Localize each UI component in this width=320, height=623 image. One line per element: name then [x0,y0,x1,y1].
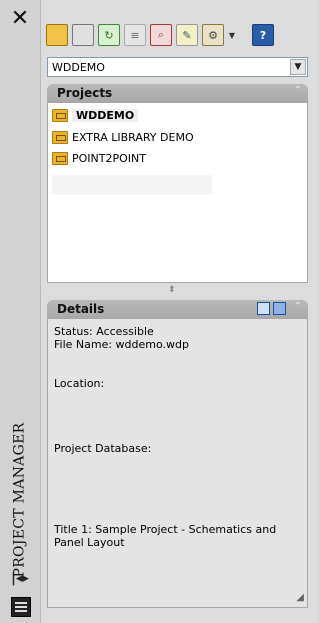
collapse-icon[interactable]: ⌃ [294,85,302,96]
thumbnail-view-icon[interactable] [273,302,286,315]
palette-title: PROJECT MANAGER [12,422,28,578]
markup-manager-icon[interactable]: ✎ [176,24,198,46]
projects-panel-header[interactable]: Projects ⌃ [47,84,308,102]
settings-dropdown-icon[interactable]: ▼ [228,31,236,40]
project-folder-icon [52,151,68,165]
details-content: Status: Accessible File Name: wddemo.wdp… [47,318,308,608]
panel-splitter[interactable]: ⬍ [168,285,176,295]
project-item-point2point[interactable]: POINT2POINT [52,150,146,166]
new-project-icon[interactable] [72,24,94,46]
detail-status: Status: Accessible [54,325,154,338]
project-item-extra-library-demo[interactable]: EXTRA LIBRARY DEMO [52,129,194,145]
task-list-icon[interactable]: ≡ [124,24,146,46]
auto-hide-icon[interactable]: |◂▸ [10,571,30,587]
project-item-wddemo[interactable]: WDDEMO [52,107,139,123]
collapse-icon[interactable]: ⌃ [294,301,302,312]
project-manager-palette: ✕ PROJECT MANAGER |◂▸ ↻ ≡ ⌕ ✎ ⚙ ▼ ? WDDE… [0,0,317,623]
detail-title-1: Title 1: Sample Project - Schematics and… [54,523,277,549]
refresh-icon[interactable]: ↻ [98,24,120,46]
chevron-down-icon[interactable]: ▼ [290,59,306,75]
help-icon[interactable]: ? [252,24,274,46]
project-search-icon[interactable]: ⌕ [150,24,172,46]
details-view-icon[interactable] [257,302,270,315]
detail-location: Location: [54,377,105,390]
settings-icon[interactable]: ⚙ [202,24,224,46]
detail-file-name: File Name: wddemo.wdp [54,338,189,351]
projects-panel-title: Projects [57,86,113,100]
resize-grip-icon[interactable]: ◢ [296,591,304,604]
close-icon[interactable]: ✕ [9,8,31,30]
project-folder-icon [52,130,68,144]
project-folder-icon [52,108,68,122]
properties-menu-icon[interactable] [11,597,31,617]
project-toolbar: ↻ ≡ ⌕ ✎ ⚙ ▼ ? [46,22,286,48]
projects-tree[interactable]: WDDEMO EXTRA LIBRARY DEMO POINT2POINT [47,102,308,283]
details-panel-title: Details [57,302,105,316]
palette-title-strip[interactable]: ✕ PROJECT MANAGER |◂▸ [0,0,41,623]
open-project-icon[interactable] [46,24,68,46]
project-select-value: WDDEMO [52,61,105,74]
detail-project-database: Project Database: [54,442,152,455]
details-panel-header[interactable]: Details ⌃ [47,300,308,318]
project-select[interactable]: WDDEMO ▼ [47,57,308,77]
